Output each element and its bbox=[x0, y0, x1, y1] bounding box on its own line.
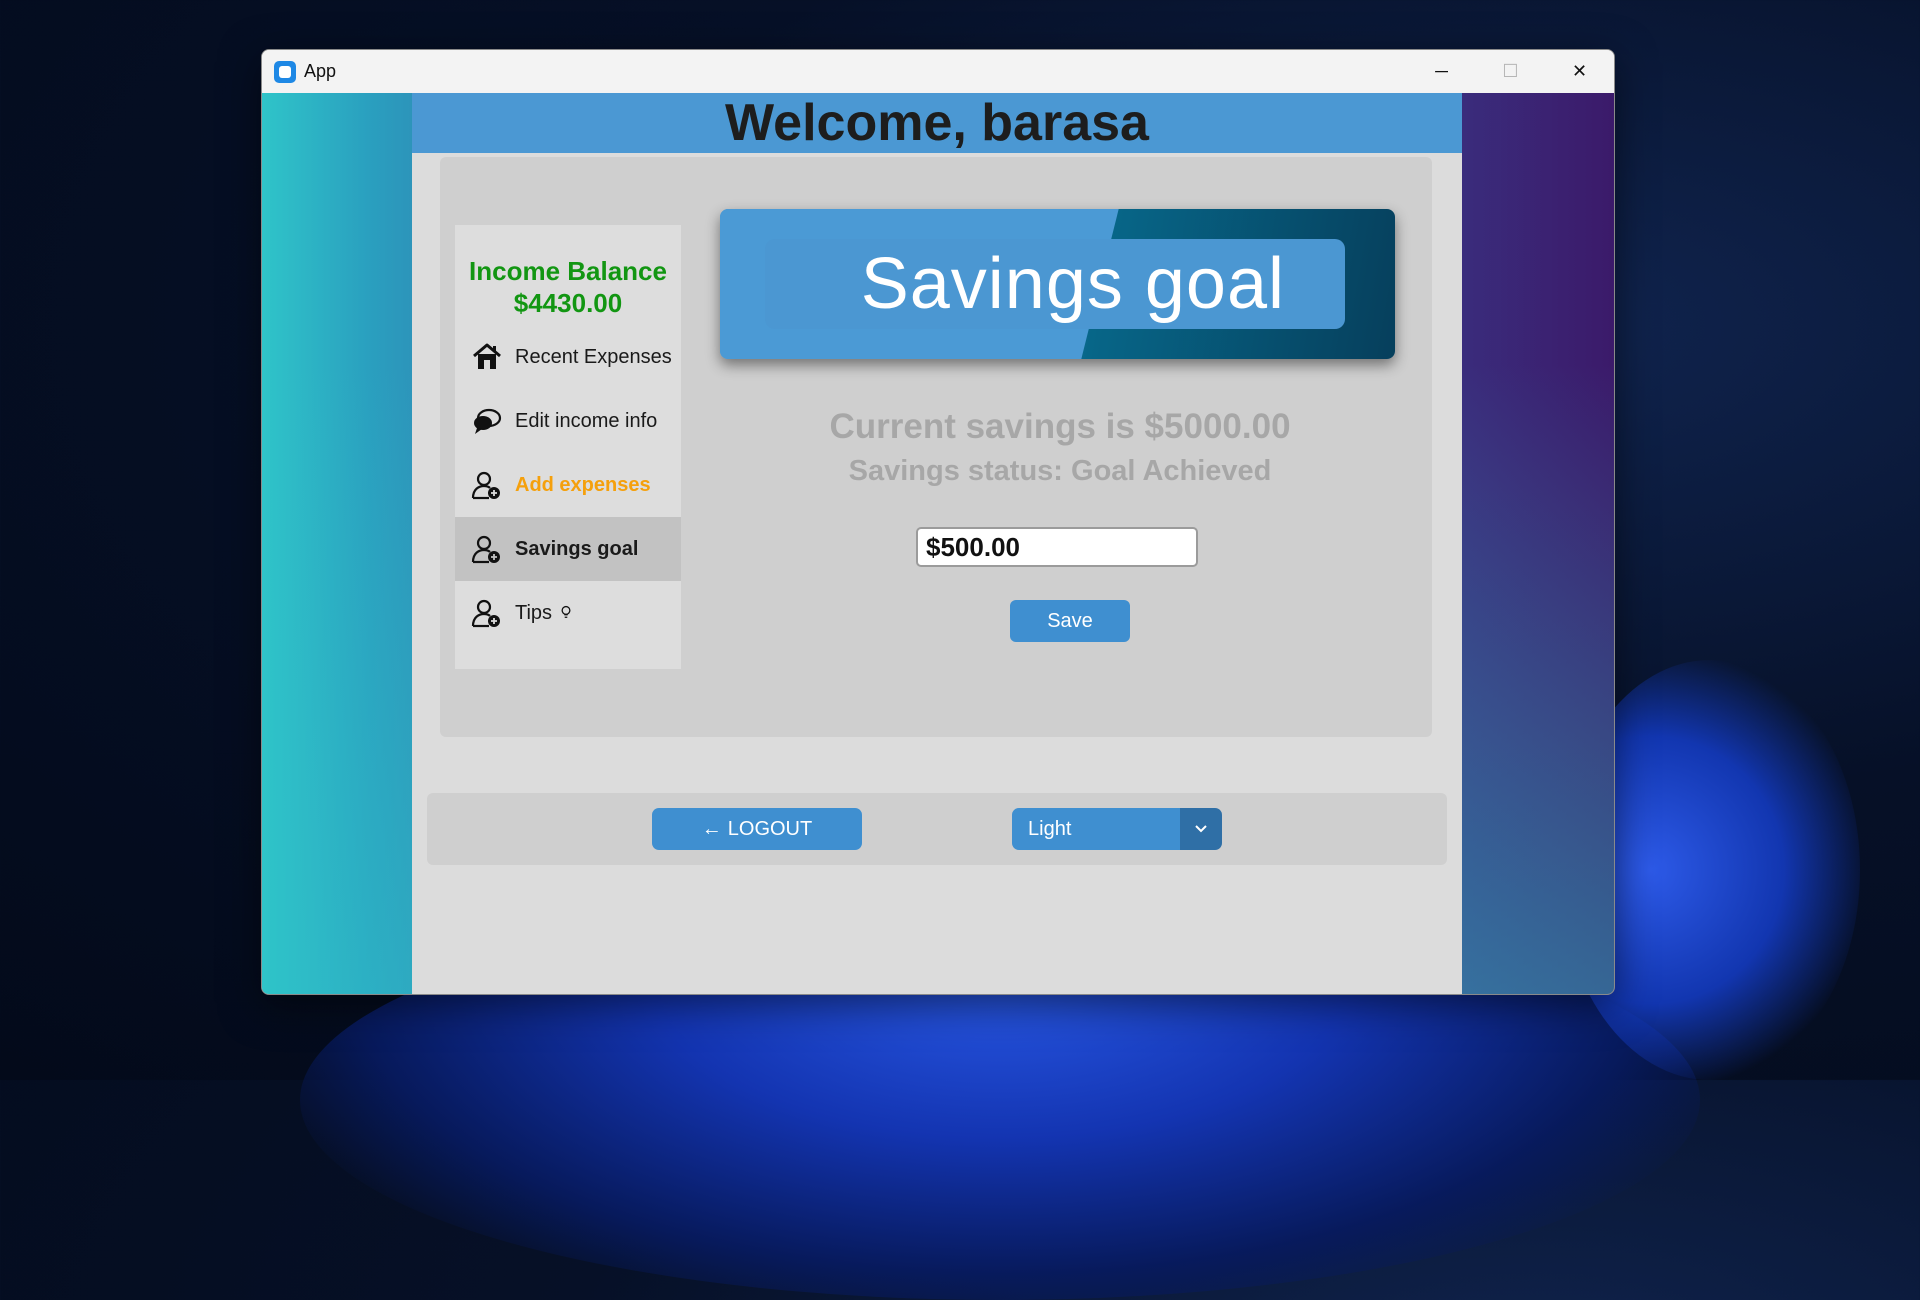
title-bar[interactable]: App ─ ☐ ✕ bbox=[262, 50, 1614, 93]
app-window: App ─ ☐ ✕ Welcome, barasa Income Balance… bbox=[261, 49, 1615, 995]
banner-title: Savings goal bbox=[860, 244, 1285, 324]
page-title: Welcome, barasa bbox=[725, 94, 1149, 152]
window-controls: ─ ☐ ✕ bbox=[1407, 50, 1614, 93]
window-client: Welcome, barasa Income Balance $4430.00 bbox=[262, 93, 1614, 994]
sidebar: Income Balance $4430.00 Recent Expenses bbox=[455, 225, 681, 669]
user-add-icon bbox=[471, 471, 500, 500]
sidebar-item-savings-goal[interactable]: Savings goal bbox=[455, 517, 681, 581]
sidebar-item-tips[interactable]: Tips bbox=[455, 581, 681, 645]
theme-value: Light bbox=[1012, 808, 1180, 850]
user-add-icon bbox=[471, 599, 500, 628]
balance-value: $4430.00 bbox=[513, 288, 623, 318]
sidebar-item-label: Savings goal bbox=[515, 537, 639, 560]
savings-goal-input[interactable] bbox=[916, 527, 1198, 567]
savings-status-text: Savings status: Goal Achieved bbox=[848, 455, 1272, 487]
lightbulb-icon bbox=[561, 605, 571, 618]
sidebar-item-recent-expenses[interactable]: Recent Expenses bbox=[455, 325, 681, 389]
maximize-button[interactable]: ☐ bbox=[1476, 50, 1545, 93]
minimize-button[interactable]: ─ bbox=[1407, 50, 1476, 93]
sidebar-item-label: Tips bbox=[515, 601, 553, 624]
arrow-left-icon: ← bbox=[701, 817, 722, 840]
sidebar-item-label: Edit income info bbox=[515, 409, 658, 432]
app-icon bbox=[274, 60, 296, 83]
save-button[interactable]: Save bbox=[1010, 600, 1130, 642]
logout-button[interactable]: ← LOGOUT bbox=[652, 808, 862, 850]
sidebar-item-add-expenses[interactable]: Add expenses bbox=[455, 453, 681, 517]
logout-label: LOGOUT bbox=[727, 817, 813, 840]
current-savings-text: Current savings is $5000.00 bbox=[829, 407, 1291, 446]
theme-dropdown[interactable]: Light bbox=[1012, 808, 1222, 850]
header: Welcome, barasa bbox=[412, 93, 1462, 153]
chat-icon bbox=[474, 408, 502, 434]
balance-label: Income Balance bbox=[469, 256, 667, 286]
banner-title-box: Savings goal bbox=[765, 239, 1345, 329]
main-panel: Income Balance $4430.00 Recent Expenses bbox=[440, 157, 1432, 737]
sidebar-item-label: Recent Expenses bbox=[515, 345, 672, 368]
home-icon bbox=[473, 343, 501, 369]
sidebar-item-edit-income[interactable]: Edit income info bbox=[455, 389, 681, 453]
income-balance: Income Balance $4430.00 bbox=[455, 225, 681, 325]
bottom-bar: ← LOGOUT Light bbox=[427, 793, 1447, 865]
window-title: App bbox=[304, 61, 337, 81]
savings-goal-banner: Savings goal bbox=[720, 209, 1395, 359]
close-button[interactable]: ✕ bbox=[1545, 50, 1614, 93]
user-add-icon bbox=[471, 535, 500, 564]
sidebar-item-label: Add expenses bbox=[515, 473, 651, 496]
chevron-down-icon[interactable] bbox=[1180, 808, 1222, 850]
main-content: Welcome, barasa Income Balance $4430.00 bbox=[412, 93, 1462, 994]
